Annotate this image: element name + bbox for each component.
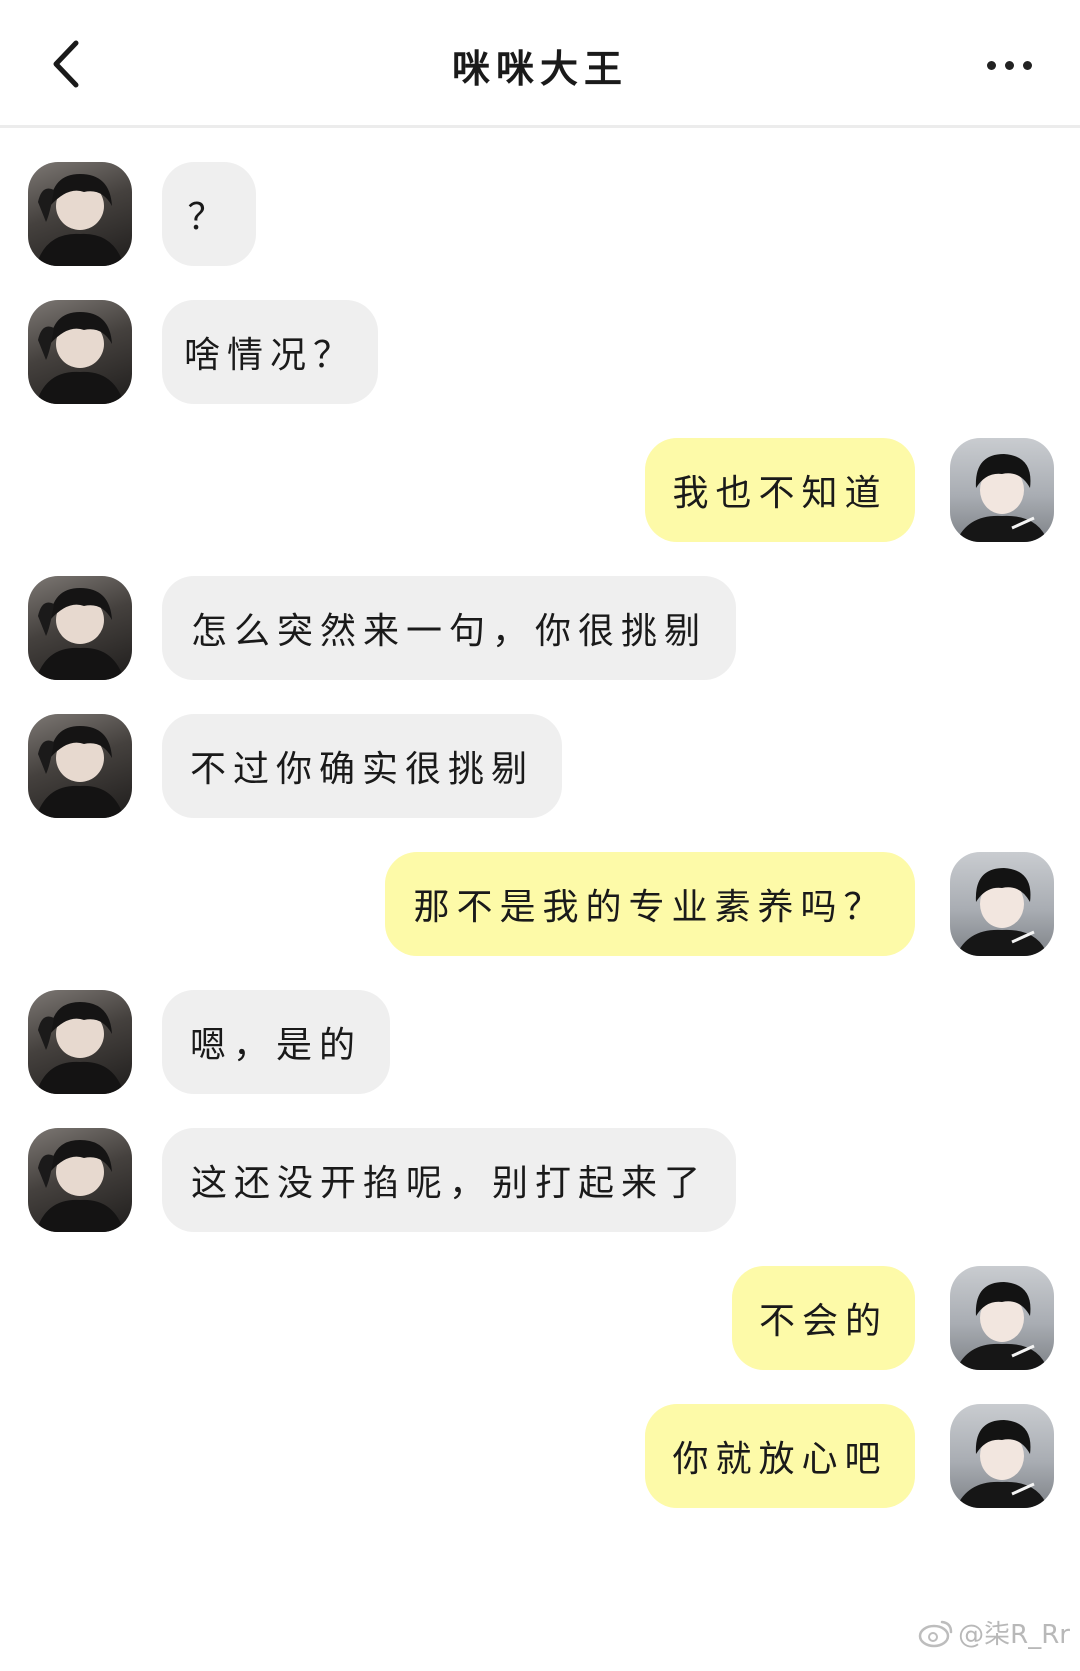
message-bubble[interactable]: ？ (162, 162, 256, 266)
contact-avatar[interactable] (28, 576, 132, 680)
message-bubble[interactable]: 啥情况？ (162, 300, 378, 404)
message-bubble[interactable]: 不会的 (732, 1266, 915, 1370)
message-row-incoming: 嗯，是的 (0, 990, 1080, 1094)
my-avatar[interactable] (950, 438, 1054, 542)
watermark-text: @柒R_Rr (958, 1620, 1070, 1650)
watermark: @柒R_Rr (918, 1614, 1070, 1651)
message-row-incoming: 怎么突然来一句，你很挑剔 (0, 576, 1080, 680)
message-row-outgoing: 我也不知道 (0, 438, 1080, 542)
more-options-button[interactable] (974, 40, 1044, 90)
my-avatar[interactable] (950, 1404, 1054, 1508)
contact-avatar[interactable] (28, 300, 132, 404)
message-bubble[interactable]: 我也不知道 (645, 438, 915, 542)
more-dots-icon (986, 60, 996, 70)
contact-avatar[interactable] (28, 714, 132, 818)
contact-avatar[interactable] (28, 162, 132, 266)
weibo-logo-icon (918, 1620, 953, 1647)
message-row-incoming: 这还没开掐呢，别打起来了 (0, 1128, 1080, 1232)
message-bubble[interactable]: 不过你确实很挑剔 (162, 714, 562, 818)
message-row-outgoing: 不会的 (0, 1266, 1080, 1370)
chat-header: 咪咪大王 (0, 0, 1080, 128)
contact-avatar[interactable] (28, 990, 132, 1094)
my-avatar[interactable] (950, 1266, 1054, 1370)
message-row-incoming: 啥情况？ (0, 300, 1080, 404)
message-bubble[interactable]: 怎么突然来一句，你很挑剔 (162, 576, 736, 680)
contact-avatar[interactable] (28, 1128, 132, 1232)
message-bubble[interactable]: 那不是我的专业素养吗？ (385, 852, 915, 956)
message-bubble[interactable]: 你就放心吧 (645, 1404, 915, 1508)
message-row-incoming: 不过你确实很挑剔 (0, 714, 1080, 818)
message-bubble[interactable]: 嗯，是的 (162, 990, 390, 1094)
chat-title: 咪咪大王 (451, 47, 628, 91)
message-row-outgoing: 那不是我的专业素养吗？ (0, 852, 1080, 956)
my-avatar[interactable] (950, 852, 1054, 956)
message-row-incoming: ？ (0, 162, 1080, 266)
message-row-outgoing: 你就放心吧 (0, 1404, 1080, 1508)
message-bubble[interactable]: 这还没开掐呢，别打起来了 (162, 1128, 736, 1232)
